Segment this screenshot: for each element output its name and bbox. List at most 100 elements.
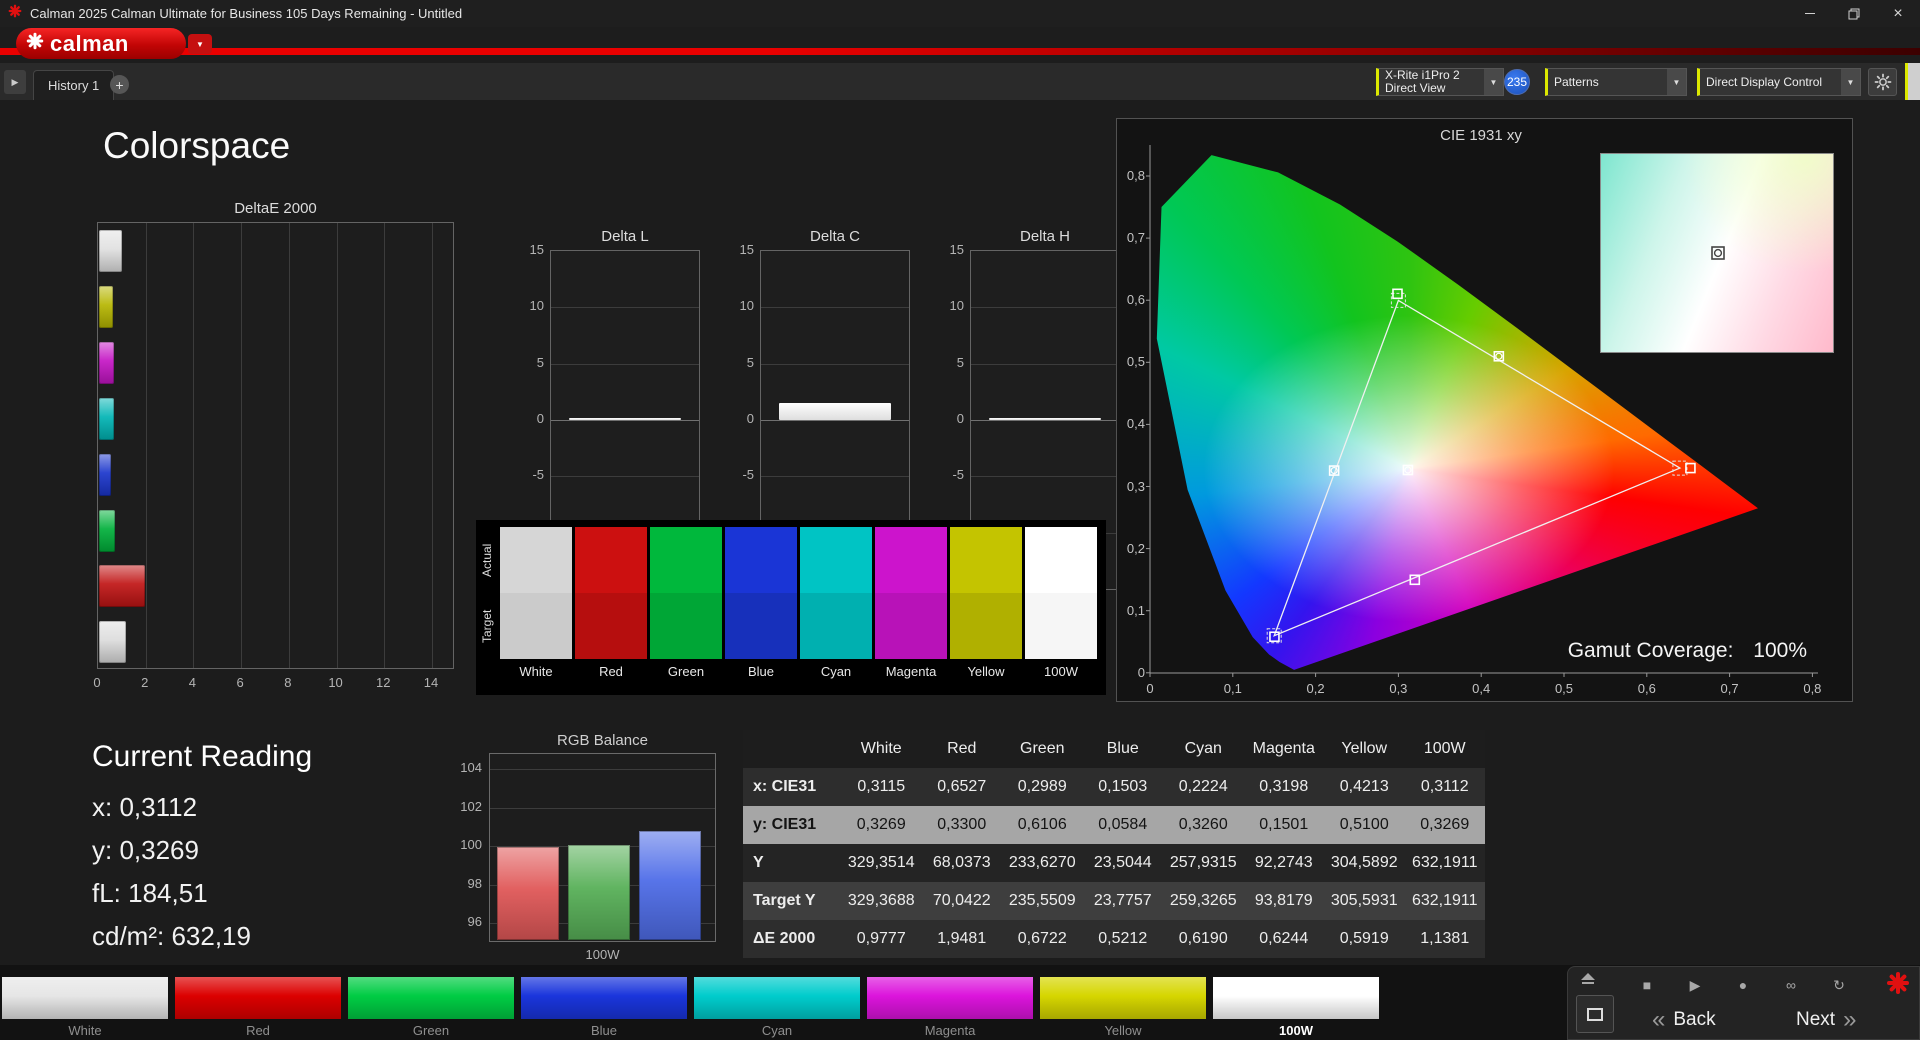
record-button[interactable]: ● bbox=[1730, 973, 1756, 997]
y-tick-label: 15 bbox=[739, 242, 754, 257]
spectracal-logo-icon bbox=[1886, 971, 1910, 1000]
link-button[interactable]: ∞ bbox=[1778, 973, 1804, 997]
display-control-dropdown[interactable]: Direct Display Control ▼ bbox=[1697, 68, 1861, 96]
table-cell: 304,5892 bbox=[1330, 854, 1398, 871]
table-cell: 93,8179 bbox=[1254, 892, 1313, 909]
history-nav-button[interactable]: ▶ bbox=[4, 70, 26, 94]
brand-row: calman ▼ bbox=[0, 27, 1920, 63]
pattern-button-green[interactable]: Green bbox=[348, 977, 514, 1038]
chevron-down-icon: ▼ bbox=[1841, 69, 1860, 95]
pattern-label: Yellow bbox=[1104, 1023, 1142, 1038]
pattern-button-yellow[interactable]: Yellow bbox=[1040, 977, 1206, 1038]
table-cell: 0,3115 bbox=[857, 778, 906, 795]
reading-y: y: 0,3269 bbox=[92, 835, 199, 865]
swatch-label: Yellow bbox=[967, 664, 1005, 679]
x-tick-label: 4 bbox=[188, 675, 197, 690]
tab-history-1[interactable]: History 1 bbox=[33, 70, 115, 100]
restore-button[interactable] bbox=[1832, 0, 1876, 27]
y-tick-label: 0 bbox=[746, 411, 754, 426]
swatch-label: Cyan bbox=[820, 664, 852, 679]
y-tick-label: 10 bbox=[949, 298, 964, 314]
swatch-label: Magenta bbox=[885, 664, 937, 679]
deltae-plot bbox=[97, 222, 454, 669]
swatch-target bbox=[725, 593, 797, 659]
y-tick-label: 100 bbox=[460, 837, 482, 852]
gamut-coverage-value: 100% bbox=[1753, 639, 1807, 662]
table-header-cell: Magenta bbox=[1252, 740, 1315, 757]
x-tick-label: 0 bbox=[93, 675, 101, 690]
table-cell: 1,1381 bbox=[1420, 930, 1470, 947]
meter-dropdown[interactable]: X-Rite i1Pro 2 Direct View ▼ bbox=[1376, 68, 1504, 96]
reading-cdm2: cd/m²: 632,19 bbox=[92, 921, 251, 951]
y-tick-label: 102 bbox=[460, 798, 482, 814]
deltae-x-axis: 0 2 4 6 8 10 12 14 bbox=[93, 675, 454, 693]
gridline bbox=[551, 476, 699, 478]
minimize-button[interactable] bbox=[1788, 0, 1832, 27]
eject-icon bbox=[1581, 973, 1595, 980]
x-tick-label: 12 bbox=[376, 675, 391, 690]
swatch-actual bbox=[575, 527, 647, 593]
swatch-cyan: Cyan bbox=[800, 527, 872, 685]
table-cell: 632,1911 bbox=[1411, 892, 1478, 909]
meter-count-badge[interactable]: 235 bbox=[1504, 69, 1530, 95]
pattern-button-100w[interactable]: 100W bbox=[1213, 977, 1379, 1038]
gridline bbox=[971, 476, 1119, 478]
pattern-label: Blue bbox=[590, 1023, 618, 1038]
current-reading: Current Reading x: 0,3112 y: 0,3269 fL: … bbox=[92, 740, 312, 958]
gridline bbox=[551, 420, 699, 421]
play-arrow-icon: ▶ bbox=[11, 76, 19, 87]
y-tick-label: -5 bbox=[742, 467, 754, 483]
pattern-button-cyan[interactable]: Cyan bbox=[694, 977, 860, 1038]
row-label: Target Y bbox=[753, 892, 816, 909]
row-label: y: CIE31 bbox=[753, 816, 817, 833]
patterns-label: Patterns bbox=[1554, 74, 1599, 89]
gear-icon bbox=[1874, 73, 1891, 91]
pattern-button-magenta[interactable]: Magenta bbox=[867, 977, 1033, 1038]
app-logo-icon bbox=[8, 4, 22, 23]
calman-menu-button[interactable]: calman bbox=[16, 28, 186, 59]
x-tick-label: 10 bbox=[328, 675, 343, 690]
table-cell: 0,6527 bbox=[937, 778, 987, 795]
swatch-strip: Actual Target White Red Green Blue Cyan Magen… bbox=[476, 520, 1106, 695]
pattern-label: Red bbox=[246, 1023, 270, 1038]
pattern-button-white[interactable]: White bbox=[2, 977, 168, 1038]
settings-button[interactable] bbox=[1868, 68, 1897, 96]
swatch-target bbox=[500, 593, 572, 659]
table-header-cell: Red bbox=[947, 740, 977, 757]
pattern-button-red[interactable]: Red bbox=[175, 977, 341, 1038]
table-cell: 23,5044 bbox=[1093, 854, 1152, 871]
pattern-button-blue[interactable]: Blue bbox=[521, 977, 687, 1038]
chart-title: RGB Balance bbox=[557, 732, 648, 749]
back-button[interactable]: « Back bbox=[1652, 1005, 1716, 1035]
deltae-bar-white bbox=[99, 230, 123, 272]
refresh-button[interactable]: ↻ bbox=[1826, 973, 1852, 997]
play-button[interactable]: ▶ bbox=[1682, 973, 1708, 997]
chart-title: DeltaE 2000 bbox=[234, 200, 317, 217]
panel-expander[interactable] bbox=[1905, 63, 1920, 100]
calman-menu-arrow[interactable]: ▼ bbox=[188, 34, 212, 54]
table-cell: 0,3112 bbox=[1420, 778, 1469, 795]
chevron-down-icon: ▼ bbox=[1667, 69, 1686, 95]
reading-fl: fL: 184,51 bbox=[92, 878, 208, 908]
stop-button[interactable]: ■ bbox=[1634, 973, 1660, 997]
calman-logo-text: calman bbox=[50, 30, 129, 56]
pattern-window-button[interactable] bbox=[1576, 995, 1614, 1033]
swatch-actual bbox=[875, 527, 947, 593]
current-reading-title: Current Reading bbox=[92, 740, 313, 773]
close-button[interactable]: × bbox=[1876, 0, 1920, 27]
patterns-dropdown[interactable]: Patterns ▼ bbox=[1545, 68, 1687, 96]
app-window: Calman 2025 Calman Ultimate for Business… bbox=[0, 0, 1920, 1040]
gridline bbox=[145, 223, 147, 668]
rgb-bar-green bbox=[568, 844, 630, 940]
gridline bbox=[761, 476, 909, 478]
table-header-row: White Red Green Blue Cyan Magenta Yellow 100W bbox=[743, 730, 1485, 768]
rgb-bar-blue bbox=[639, 831, 701, 940]
add-tab-button[interactable]: + bbox=[110, 75, 129, 94]
pattern-swatch bbox=[1213, 977, 1379, 1019]
next-button[interactable]: Next » bbox=[1796, 1005, 1856, 1035]
swatch-columns: White Red Green Blue Cyan Magenta Yellow 100W bbox=[500, 527, 1097, 685]
workflow-controls: ■ ▶ ● ∞ ↻ « Back Next » bbox=[1567, 966, 1920, 1040]
title-bar: Calman 2025 Calman Ultimate for Business… bbox=[0, 0, 1920, 27]
table-header-cell: Green bbox=[1020, 740, 1065, 757]
eject-button[interactable] bbox=[1580, 973, 1596, 984]
